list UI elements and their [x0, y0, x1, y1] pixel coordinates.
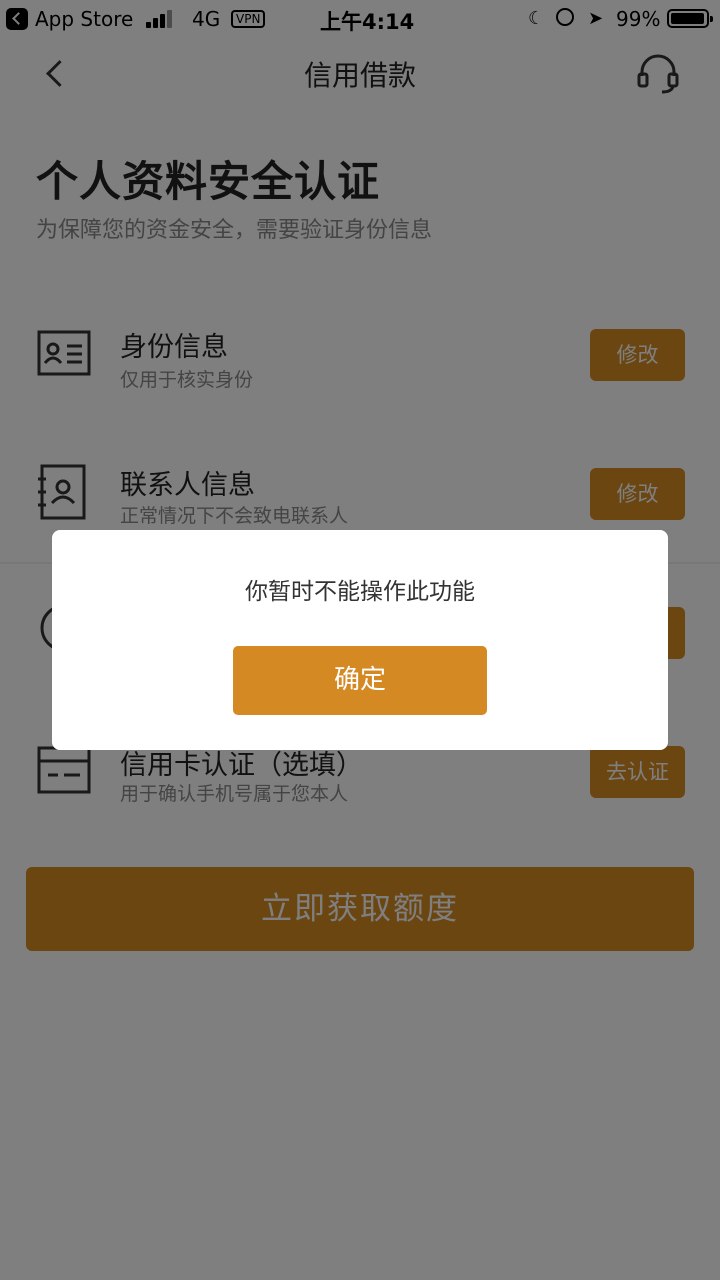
alert-dialog: 你暂时不能操作此功能 确定 — [52, 530, 668, 750]
confirm-button[interactable]: 确定 — [233, 646, 487, 715]
dialog-message: 你暂时不能操作此功能 — [245, 579, 475, 605]
